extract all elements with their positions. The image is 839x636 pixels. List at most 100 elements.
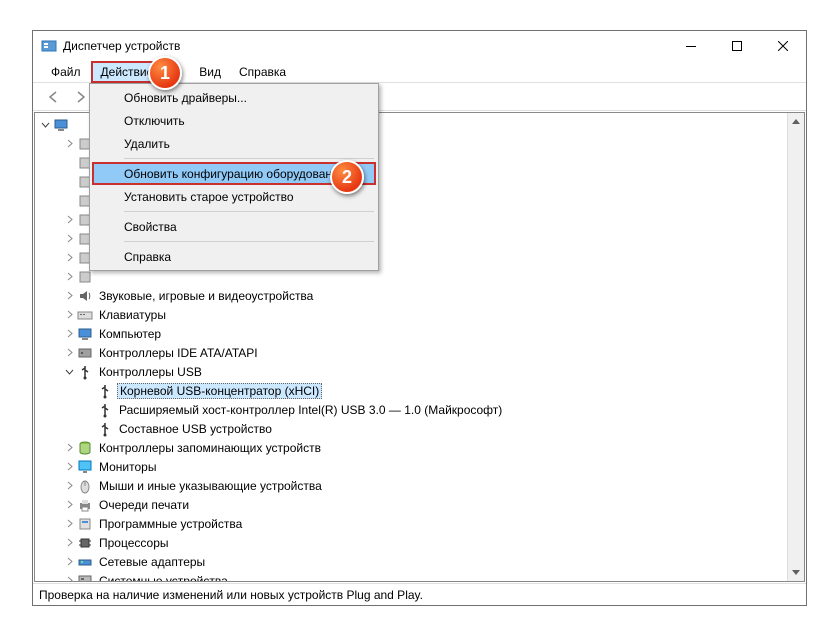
tree-item-label: Контроллеры USB [97,365,204,379]
chevron-right-icon[interactable] [63,537,75,549]
expander-spacer [83,423,95,435]
tree-item[interactable]: Очереди печати [39,495,804,514]
chevron-right-icon[interactable] [63,271,75,283]
network-icon [77,554,93,570]
expander-spacer [63,157,75,169]
chevron-right-icon[interactable] [63,480,75,492]
storage-icon [77,440,93,456]
ide-icon [77,345,93,361]
chevron-right-icon[interactable] [63,309,75,321]
menu-separator [124,241,374,242]
chevron-right-icon[interactable] [63,518,75,530]
expander-spacer [83,385,95,397]
sound-icon [77,288,93,304]
chevron-right-icon[interactable] [63,233,75,245]
back-button[interactable] [41,86,65,108]
tree-item[interactable]: Компьютер [39,324,804,343]
menu-properties[interactable]: Свойства [92,215,376,238]
chevron-right-icon[interactable] [63,556,75,568]
menu-update-drivers[interactable]: Обновить драйверы... [92,86,376,109]
tree-item[interactable]: Системные устройства [39,571,804,582]
chevron-right-icon[interactable] [63,461,75,473]
usb-icon [77,364,93,380]
chevron-right-icon[interactable] [63,442,75,454]
menu-add-legacy[interactable]: Установить старое устройство [92,185,376,208]
tree-item[interactable]: Мониторы [39,457,804,476]
chevron-right-icon[interactable] [63,290,75,302]
expander-spacer [63,176,75,188]
usb-icon [97,402,113,418]
chevron-right-icon[interactable] [63,214,75,226]
close-button[interactable] [760,31,806,61]
chevron-down-icon[interactable] [63,366,75,378]
computer-icon [53,117,69,133]
annotation-marker-1: 1 [148,56,182,90]
tree-item-label: Звуковые, игровые и видеоустройства [97,289,315,303]
tree-item-label: Клавиатуры [97,308,168,322]
chevron-right-icon[interactable] [63,138,75,150]
computer-icon [77,326,93,342]
tree-item[interactable]: Контроллеры IDE ATA/ATAPI [39,343,804,362]
menu-help[interactable]: Справка [92,245,376,268]
tree-item-label: Системные устройства [97,574,230,583]
monitor-icon [77,459,93,475]
window-controls [668,31,806,61]
chevron-right-icon[interactable] [63,575,75,583]
menu-view[interactable]: Вид [191,63,229,81]
statusbar: Проверка на наличие изменений или новых … [33,583,806,605]
tree-item[interactable]: Корневой USB-концентратор (xHCI) [39,381,804,400]
chevron-down-icon[interactable] [39,119,51,131]
menu-separator [124,158,374,159]
expander-spacer [83,404,95,416]
tree-item[interactable]: Клавиатуры [39,305,804,324]
usb-icon [97,383,113,399]
tree-item-label: Сетевые адаптеры [97,555,207,569]
menu-separator [124,211,374,212]
tree-item-label: Очереди печати [97,498,191,512]
tree-item[interactable]: Звуковые, игровые и видеоустройства [39,286,804,305]
tree-item-label: Составное USB устройство [117,422,274,436]
chevron-right-icon[interactable] [63,328,75,340]
menu-disable[interactable]: Отключить [92,109,376,132]
printer-icon [77,497,93,513]
chevron-right-icon[interactable] [63,252,75,264]
tree-item-label: Контроллеры IDE ATA/ATAPI [97,346,260,360]
status-text: Проверка на наличие изменений или новых … [39,588,423,602]
titlebar: Диспетчер устройств [33,31,806,61]
tree-item-label: Компьютер [97,327,163,341]
maximize-button[interactable] [714,31,760,61]
keyboard-icon [77,307,93,323]
menu-delete[interactable]: Удалить [92,132,376,155]
app-icon [41,38,57,54]
usb-icon [97,421,113,437]
tree-item-label: Контроллеры запоминающих устройств [97,441,323,455]
tree-item[interactable]: Процессоры [39,533,804,552]
chevron-right-icon[interactable] [63,499,75,511]
menu-help[interactable]: Справка [231,63,294,81]
software-icon [77,516,93,532]
vertical-scrollbar[interactable] [787,113,804,581]
tree-item[interactable]: Расширяемый хост-контроллер Intel(R) USB… [39,400,804,419]
chevron-right-icon[interactable] [63,347,75,359]
scroll-up-button[interactable] [788,113,804,130]
scroll-down-button[interactable] [788,564,804,581]
annotation-marker-2: 2 [330,160,364,194]
system-icon [77,573,93,583]
expander-spacer [63,195,75,207]
tree-item[interactable]: Контроллеры USB [39,362,804,381]
tree-item[interactable]: Сетевые адаптеры [39,552,804,571]
menu-file[interactable]: Файл [43,63,89,81]
tree-item[interactable]: Программные устройства [39,514,804,533]
tree-item[interactable]: Составное USB устройство [39,419,804,438]
tree-item[interactable]: Мыши и иные указывающие устройства [39,476,804,495]
tree-item-label: Мониторы [97,460,158,474]
mouse-icon [77,478,93,494]
tree-item[interactable]: Контроллеры запоминающих устройств [39,438,804,457]
tree-item-label: Корневой USB-концентратор (xHCI) [117,383,322,399]
minimize-button[interactable] [668,31,714,61]
window-title: Диспетчер устройств [63,39,668,53]
tree-item-label: Процессоры [97,536,171,550]
tree-item-label: Расширяемый хост-контроллер Intel(R) USB… [117,403,504,417]
cpu-icon [77,535,93,551]
tree-item-label: Мыши и иные указывающие устройства [97,479,324,493]
